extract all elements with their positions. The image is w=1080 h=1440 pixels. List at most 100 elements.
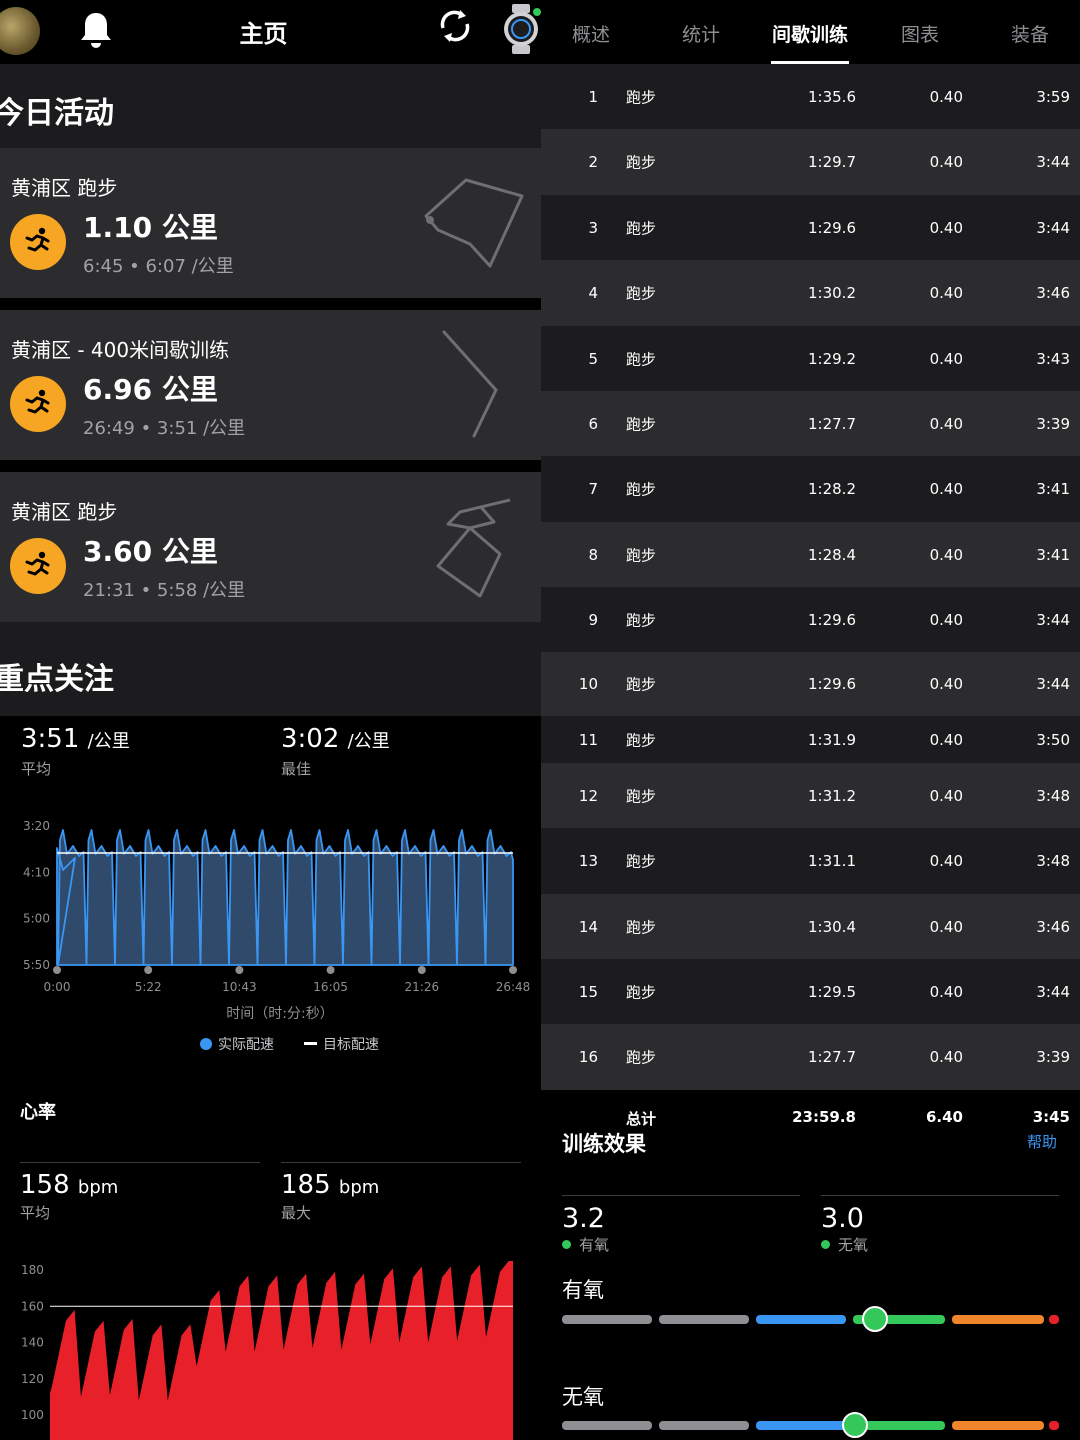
help-link[interactable]: 帮助 [1027, 1131, 1057, 1152]
pace-y-tick-label: 4:10 [23, 865, 50, 879]
avg-pace-value: 3:51 [21, 724, 80, 754]
lap-row[interactable]: 6 跑步 1:27.7 0.40 3:39 [541, 391, 1080, 456]
avg-pace-stat: 3:51 /公里 [21, 724, 130, 754]
lap-row[interactable]: 11 跑步 1:31.9 0.40 3:50 [541, 716, 1080, 763]
lap-row[interactable]: 2 跑步 1:29.7 0.40 3:44 [541, 129, 1080, 195]
lap-type: 跑步 [626, 153, 657, 172]
lap-number: 16 [578, 1048, 598, 1066]
total-label: 总计 [626, 1110, 657, 1128]
lap-number: 3 [588, 218, 598, 237]
lap-pace: 3:44 [1036, 153, 1070, 171]
lap-row[interactable]: 8 跑步 1:28.4 0.40 3:41 [541, 522, 1080, 587]
avg-hr-stat: 158 bpm [20, 1170, 118, 1200]
lap-pace: 3:48 [1036, 786, 1070, 805]
activity-card[interactable]: 黄浦区 跑步 3.60 公里 21:31 • 5:58 /公里 [0, 472, 541, 622]
tab-stats[interactable]: 统计 [682, 20, 720, 47]
lap-distance: 0.40 [929, 349, 963, 368]
lap-pace: 3:50 [1036, 730, 1070, 749]
pace-x-tick-label: 10:43 [222, 980, 257, 994]
activity-card[interactable]: 黄浦区 - 400米间歇训练 6.96 公里 26:49 • 3:51 /公里 [0, 310, 541, 460]
lap-pace: 3:44 [1036, 982, 1070, 1001]
tab-bar: 概述 统计 间歇训练 图表 装备 [541, 0, 1080, 64]
divider [821, 1195, 1059, 1196]
lap-distance: 0.40 [929, 786, 963, 805]
activity-detail-panel: 概述 统计 间歇训练 图表 装备 1 跑步 1:35.6 0.40 3:59 2 跑步 1:2… [541, 0, 1080, 1440]
aerobic-scale-title: 有氧 [562, 1278, 604, 1302]
lap-row[interactable]: 9 跑步 1:29.6 0.40 3:44 [541, 587, 1080, 652]
section-title-focus: 重点关注 [0, 662, 114, 697]
pace-x-tick-label: 21:26 [405, 980, 440, 994]
scale-segment [562, 1421, 652, 1430]
heart-rate-chart[interactable]: 180 160 140 120 100 [0, 1250, 541, 1440]
lap-row[interactable]: 4 跑步 1:30.2 0.40 3:46 [541, 260, 1080, 326]
lap-distance: 0.40 [929, 982, 963, 1001]
lap-type: 跑步 [626, 546, 657, 564]
lap-type: 跑步 [626, 611, 657, 629]
avg-hr-unit: bpm [77, 1177, 119, 1198]
lap-row[interactable]: 14 跑步 1:30.4 0.40 3:46 [541, 894, 1080, 959]
tab-gear[interactable]: 装备 [1011, 20, 1049, 47]
best-pace-stat: 3:02 /公里 [281, 724, 390, 754]
lap-pace: 3:39 [1036, 414, 1070, 433]
legend-line-icon [304, 1042, 317, 1045]
hr-y-tick-label: 140 [21, 1336, 44, 1350]
hr-y-tick-label: 120 [21, 1372, 44, 1386]
hr-y-tick-label: 100 [21, 1408, 44, 1422]
lap-row[interactable]: 10 跑步 1:29.6 0.40 3:44 [541, 652, 1080, 716]
pace-x-tick-dot [326, 966, 335, 974]
lap-row[interactable]: 12 跑步 1:31.2 0.40 3:48 [541, 763, 1080, 828]
lap-number: 9 [588, 610, 598, 629]
home-panel: 主页 今日活动 黄浦区 跑步 1.10 公里 6:45 • 6:07 /公里 黄… [0, 0, 541, 1440]
tab-intervals[interactable]: 间歇训练 [772, 20, 848, 47]
tab-charts[interactable]: 图表 [901, 20, 939, 47]
divider [281, 1162, 521, 1163]
pace-x-tick-dot [417, 966, 426, 974]
route-map-icon [436, 498, 511, 598]
pace-x-axis-title: 时间（时:分:秒） [226, 1006, 333, 1022]
lap-number: 8 [588, 545, 598, 564]
activity-distance: 1.10 公里 [83, 211, 218, 244]
aerobic-label-row: 有氧 [562, 1234, 609, 1255]
lap-time: 1:31.1 [808, 852, 856, 870]
actual-pace-area [56, 829, 514, 966]
lap-row[interactable]: 15 跑步 1:29.5 0.40 3:44 [541, 959, 1080, 1024]
lap-distance: 0.40 [929, 730, 963, 749]
lap-number: 4 [588, 284, 598, 302]
lap-pace: 3:39 [1036, 1048, 1070, 1066]
running-icon [10, 214, 66, 270]
route-map-icon [442, 330, 498, 438]
lap-distance: 0.40 [929, 87, 963, 106]
lap-pace: 3:44 [1036, 610, 1070, 629]
lap-row[interactable]: 3 跑步 1:29.6 0.40 3:44 [541, 195, 1080, 260]
lap-type: 跑步 [626, 983, 657, 1001]
lap-time: 1:29.6 [808, 610, 856, 629]
lap-time: 1:27.7 [808, 1048, 856, 1066]
lap-row[interactable]: 7 跑步 1:28.2 0.40 3:41 [541, 456, 1080, 522]
avg-pace-unit: /公里 [87, 731, 130, 752]
activity-card[interactable]: 黄浦区 跑步 1.10 公里 6:45 • 6:07 /公里 [0, 148, 541, 298]
lap-row[interactable]: 5 跑步 1:29.2 0.40 3:43 [541, 326, 1080, 391]
pace-x-tick-label: 5:22 [135, 980, 162, 994]
tab-overview[interactable]: 概述 [572, 20, 610, 47]
scale-segment [756, 1315, 846, 1324]
hr-y-tick-label: 180 [21, 1263, 44, 1277]
activity-distance: 6.96 公里 [83, 373, 218, 406]
pace-x-tick-label: 0:00 [44, 980, 71, 994]
running-icon [10, 538, 66, 594]
lap-row[interactable]: 16 跑步 1:27.7 0.40 3:39 [541, 1024, 1080, 1090]
green-dot-icon [821, 1240, 830, 1249]
pace-chart[interactable]: 3:20 4:10 5:00 5:50 0:00 5:22 10:43 16:05 21:26… [0, 800, 541, 1030]
lap-row[interactable]: 1 跑步 1:35.6 0.40 3:59 [541, 64, 1080, 129]
lap-pace: 3:46 [1036, 284, 1070, 302]
lap-time: 1:31.2 [808, 786, 856, 805]
sync-icon[interactable] [436, 6, 474, 46]
lap-time: 1:31.9 [808, 730, 856, 749]
total-time: 23:59.8 [792, 1108, 856, 1126]
section-title-today: 今日活动 [0, 96, 114, 131]
focus-section-header: 重点关注 [0, 622, 541, 716]
lap-type: 跑步 [626, 284, 657, 303]
pace-x-tick-dot [235, 966, 244, 974]
lap-row[interactable]: 13 跑步 1:31.1 0.40 3:48 [541, 828, 1080, 894]
pace-x-tick-dot [53, 966, 61, 974]
watch-icon[interactable] [500, 4, 541, 54]
